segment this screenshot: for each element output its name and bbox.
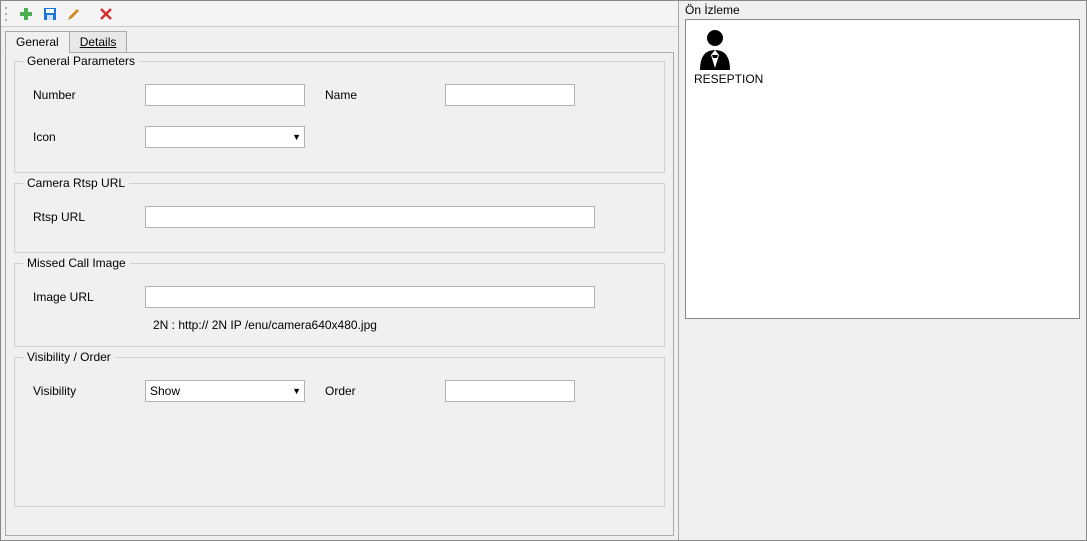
- x-icon: [99, 7, 113, 21]
- plus-icon: [19, 7, 33, 21]
- preview-title: Ön İzleme: [679, 1, 1086, 19]
- icon-label: Icon: [25, 130, 145, 144]
- tab-content-general: General Parameters Number Name Icon ▼: [5, 52, 674, 536]
- name-field[interactable]: [445, 84, 575, 106]
- rtsp-url-label: Rtsp URL: [25, 210, 145, 224]
- preview-box: RESEPTION: [685, 19, 1080, 319]
- edit-button[interactable]: [63, 3, 85, 25]
- toolbar: [1, 1, 678, 27]
- right-panel: Ön İzleme RESEPTION: [679, 1, 1086, 540]
- rtsp-url-field[interactable]: [145, 206, 595, 228]
- visibility-dropdown[interactable]: ▼: [145, 380, 305, 402]
- delete-button[interactable]: [95, 3, 117, 25]
- icon-dropdown-value[interactable]: [145, 126, 305, 148]
- group-camera-rtsp: Camera Rtsp URL Rtsp URL: [14, 183, 665, 253]
- group-missed-call: Missed Call Image Image URL 2N : http://…: [14, 263, 665, 347]
- tab-strip: General Details: [5, 31, 674, 53]
- group-title: Visibility / Order: [23, 350, 115, 364]
- group-title: General Parameters: [23, 54, 139, 68]
- icon-dropdown[interactable]: ▼: [145, 126, 305, 148]
- left-panel: General Details General Parameters Numbe…: [1, 1, 679, 540]
- pencil-icon: [67, 7, 81, 21]
- add-button[interactable]: [15, 3, 37, 25]
- disk-icon: [43, 7, 57, 21]
- group-title: Camera Rtsp URL: [23, 176, 129, 190]
- app-window: General Details General Parameters Numbe…: [0, 0, 1087, 541]
- image-url-label: Image URL: [25, 290, 145, 304]
- save-button[interactable]: [39, 3, 61, 25]
- order-label: Order: [305, 384, 445, 398]
- order-field[interactable]: [445, 380, 575, 402]
- group-general-parameters: General Parameters Number Name Icon ▼: [14, 61, 665, 173]
- number-field[interactable]: [145, 84, 305, 106]
- preview-item-label: RESEPTION: [694, 72, 763, 86]
- toolbar-grip: [5, 5, 11, 23]
- tab-area: General Details General Parameters Numbe…: [1, 27, 678, 540]
- tab-details[interactable]: Details: [69, 31, 128, 53]
- person-suit-icon: [694, 28, 736, 70]
- group-title: Missed Call Image: [23, 256, 130, 270]
- image-url-hint: 2N : http:// 2N IP /enu/camera640x480.jp…: [153, 318, 654, 332]
- visibility-label: Visibility: [25, 384, 145, 398]
- image-url-field[interactable]: [145, 286, 595, 308]
- group-visibility-order: Visibility / Order Visibility ▼ Order: [14, 357, 665, 507]
- name-label: Name: [305, 88, 445, 102]
- number-label: Number: [25, 88, 145, 102]
- visibility-dropdown-value[interactable]: [145, 380, 305, 402]
- tab-general[interactable]: General: [5, 31, 70, 53]
